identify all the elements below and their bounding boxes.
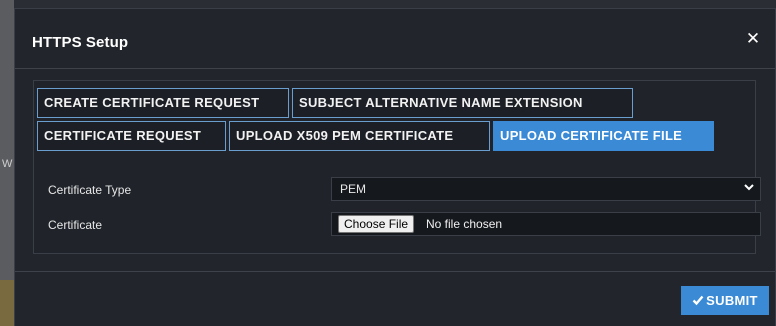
certificate-file-input[interactable]: Choose File No file chosen — [331, 212, 761, 236]
choose-file-button[interactable]: Choose File — [338, 215, 415, 233]
certificate-type-label: Certificate Type — [48, 183, 132, 197]
tab-subject-alternative-name-extension[interactable]: SUBJECT ALTERNATIVE NAME EXTENSION — [292, 88, 633, 118]
certificate-type-row: Certificate Type PEM — [48, 177, 761, 203]
check-icon — [692, 295, 704, 306]
file-status-text: No file chosen — [426, 217, 503, 231]
background-page-edge: W — [0, 0, 14, 326]
submit-label: SUBMIT — [706, 293, 758, 308]
certificate-type-value: PEM — [340, 182, 367, 196]
dialog-title: HTTPS Setup — [32, 34, 129, 51]
certificate-row: Certificate Choose File No file chosen — [48, 212, 761, 238]
dialog-header: HTTPS Setup ✕ — [15, 9, 775, 69]
tab-upload-x509-pem-certificate[interactable]: UPLOAD X509 PEM CERTIFICATE — [229, 121, 490, 151]
dialog-footer: SUBMIT — [15, 271, 775, 326]
https-setup-dialog: HTTPS Setup ✕ CREATE CERTIFICATE REQUEST… — [14, 8, 776, 326]
tab-panel: CREATE CERTIFICATE REQUEST SUBJECT ALTER… — [33, 80, 761, 254]
tab-create-certificate-request[interactable]: CREATE CERTIFICATE REQUEST — [37, 88, 289, 118]
chevron-down-icon — [744, 178, 754, 200]
submit-button[interactable]: SUBMIT — [681, 286, 769, 315]
background-text: W — [2, 158, 13, 170]
close-icon[interactable]: ✕ — [743, 28, 763, 50]
background-panel — [0, 280, 14, 326]
certificate-type-select[interactable]: PEM — [331, 177, 761, 201]
tab-upload-certificate-file[interactable]: UPLOAD CERTIFICATE FILE — [493, 121, 714, 151]
certificate-label: Certificate — [48, 218, 103, 232]
tab-certificate-request[interactable]: CERTIFICATE REQUEST — [37, 121, 226, 151]
